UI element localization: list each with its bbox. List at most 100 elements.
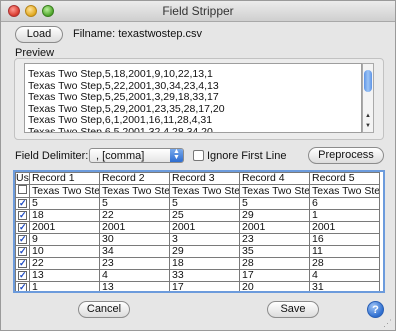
table-cell: 4 xyxy=(309,269,380,282)
records-table-container: UseRecord 1Record 2Record 3Record 4Recor… xyxy=(13,170,385,293)
table-header-row: UseRecord 1Record 2Record 3Record 4Recor… xyxy=(15,172,380,185)
use-cell[interactable]: ✓ xyxy=(15,257,30,270)
table-cell: 11 xyxy=(309,245,380,258)
table-cell: 29 xyxy=(169,245,240,258)
use-checkbox[interactable]: ✓ xyxy=(18,259,27,268)
table-cell: 28 xyxy=(309,257,380,270)
table-cell: 23 xyxy=(239,233,310,246)
scroll-thumb[interactable] xyxy=(364,70,372,92)
table-row: ✓ 2001 2001 2001 2001 2001 xyxy=(15,221,380,234)
table-cell: 3 xyxy=(169,233,240,246)
scroll-up-arrow-icon[interactable]: ▲ xyxy=(364,112,372,120)
table-row: ✓ 5 5 5 5 6 xyxy=(15,197,380,210)
table-cell: 1 xyxy=(29,281,100,291)
table-row: ✓ 10 34 29 35 11 xyxy=(15,245,380,258)
table-cell: 5 xyxy=(239,197,310,210)
table-cell: 28 xyxy=(239,257,310,270)
table-cell: 35 xyxy=(239,245,310,258)
table-header-cell: Texas Two Step xyxy=(239,184,310,198)
use-checkbox[interactable]: ✓ xyxy=(18,223,27,232)
field-stripper-window: Field Stripper Load Filname: texastwoste… xyxy=(0,0,396,331)
preview-textarea[interactable]: Texas Two Step,5,18,2001,9,10,22,13,1 Tex… xyxy=(24,63,362,133)
table-cell: 5 xyxy=(99,197,170,210)
table-cell: 18 xyxy=(29,209,100,222)
table-cell: 2001 xyxy=(29,221,100,234)
use-cell[interactable]: ✓ xyxy=(15,245,30,258)
help-icon[interactable]: ? xyxy=(367,301,384,318)
filename-label: Filname: texastwostep.csv xyxy=(73,28,202,40)
use-checkbox[interactable]: ✓ xyxy=(18,247,27,256)
table-cell: 2001 xyxy=(239,221,310,234)
table-subheader-row: Texas Two Step Texas Two Step Texas Two St… xyxy=(15,184,380,198)
use-cell[interactable] xyxy=(15,184,30,198)
table-header-cell: Record 4 xyxy=(239,172,310,185)
table-cell: 2001 xyxy=(99,221,170,234)
preview-line: Texas Two Step,6,5,2001,32,4,28,34,20 xyxy=(28,125,213,133)
table-header-cell: Record 1 xyxy=(29,172,100,185)
table-cell: 17 xyxy=(239,269,310,282)
table-row: ✓ 9 30 3 23 16 xyxy=(15,233,380,246)
table-cell: 25 xyxy=(169,209,240,222)
use-checkbox[interactable]: ✓ xyxy=(18,235,27,244)
table-cell: 17 xyxy=(169,281,240,291)
save-button[interactable]: Save xyxy=(267,301,319,318)
table-cell: 23 xyxy=(99,257,170,270)
preview-box: Texas Two Step,5,18,2001,9,10,22,13,1 Tex… xyxy=(14,58,384,140)
use-checkbox[interactable]: ✓ xyxy=(18,283,27,291)
use-cell[interactable]: ✓ xyxy=(15,269,30,282)
table-cell: 22 xyxy=(99,209,170,222)
table-cell: 31 xyxy=(309,281,380,291)
table-header-cell: Texas Two Step xyxy=(99,184,170,198)
use-cell[interactable]: ✓ xyxy=(15,233,30,246)
table-cell: 33 xyxy=(169,269,240,282)
table-cell: 4 xyxy=(99,269,170,282)
use-cell[interactable]: ✓ xyxy=(15,197,30,210)
table-header-cell: Record 3 xyxy=(169,172,240,185)
table-cell: 13 xyxy=(99,281,170,291)
table-cell: 5 xyxy=(29,197,100,210)
table-cell: 18 xyxy=(169,257,240,270)
ignore-first-line-label: Ignore First Line xyxy=(207,150,287,162)
table-cell: 34 xyxy=(99,245,170,258)
preview-scrollbar[interactable]: ▲ ▼ xyxy=(362,63,374,133)
scroll-down-arrow-icon[interactable]: ▼ xyxy=(364,122,372,130)
table-row: ✓ 13 4 33 17 4 xyxy=(15,269,380,282)
window-title: Field Stripper xyxy=(162,4,234,18)
use-cell[interactable]: ✓ xyxy=(15,209,30,222)
table-cell: 1 xyxy=(309,209,380,222)
select-arrows-icon: ▲ ▼ xyxy=(170,148,183,162)
cancel-button[interactable]: Cancel xyxy=(78,301,130,318)
table-header-cell: Record 2 xyxy=(99,172,170,185)
records-table: UseRecord 1Record 2Record 3Record 4Recor… xyxy=(15,172,380,291)
table-header-cell: Texas Two Step xyxy=(169,184,240,198)
use-checkbox[interactable]: ✓ xyxy=(18,271,27,280)
title-bar: Field Stripper xyxy=(1,1,395,22)
table-header-cell: Texas Two Step xyxy=(309,184,380,198)
use-cell[interactable]: ✓ xyxy=(15,281,30,291)
preview-line: Texas Two Step,5,18,2001,9,10,22,13,1 xyxy=(28,68,213,80)
table-cell: 5 xyxy=(169,197,240,210)
resize-grip-icon[interactable]: ⋰ xyxy=(383,318,393,328)
table-row: ✓ 18 22 25 29 1 xyxy=(15,209,380,222)
table-cell: 6 xyxy=(309,197,380,210)
use-checkbox[interactable]: ✓ xyxy=(18,211,27,220)
load-button[interactable]: Load xyxy=(15,26,63,43)
table-header-cell: Record 5 xyxy=(309,172,380,185)
table-cell: 2001 xyxy=(309,221,380,234)
table-cell: 9 xyxy=(29,233,100,246)
table-header-cell[interactable]: Use xyxy=(15,172,30,185)
table-cell: 29 xyxy=(239,209,310,222)
table-row: ✓ 22 23 18 28 28 xyxy=(15,257,380,270)
use-cell[interactable]: ✓ xyxy=(15,221,30,234)
table-cell: 10 xyxy=(29,245,100,258)
table-cell: 22 xyxy=(29,257,100,270)
ignore-first-line-checkbox[interactable] xyxy=(193,150,204,161)
use-checkbox[interactable]: ✓ xyxy=(18,199,27,208)
field-delimiter-value: , [comma] xyxy=(96,150,145,162)
table-cell: 16 xyxy=(309,233,380,246)
field-delimiter-select[interactable]: , [comma] ▲ ▼ xyxy=(89,148,184,163)
table-row: ✓ 1 13 17 20 31 xyxy=(15,281,380,291)
preprocess-button[interactable]: Preprocess xyxy=(308,147,384,164)
use-checkbox[interactable] xyxy=(18,185,27,194)
table-cell: 13 xyxy=(29,269,100,282)
